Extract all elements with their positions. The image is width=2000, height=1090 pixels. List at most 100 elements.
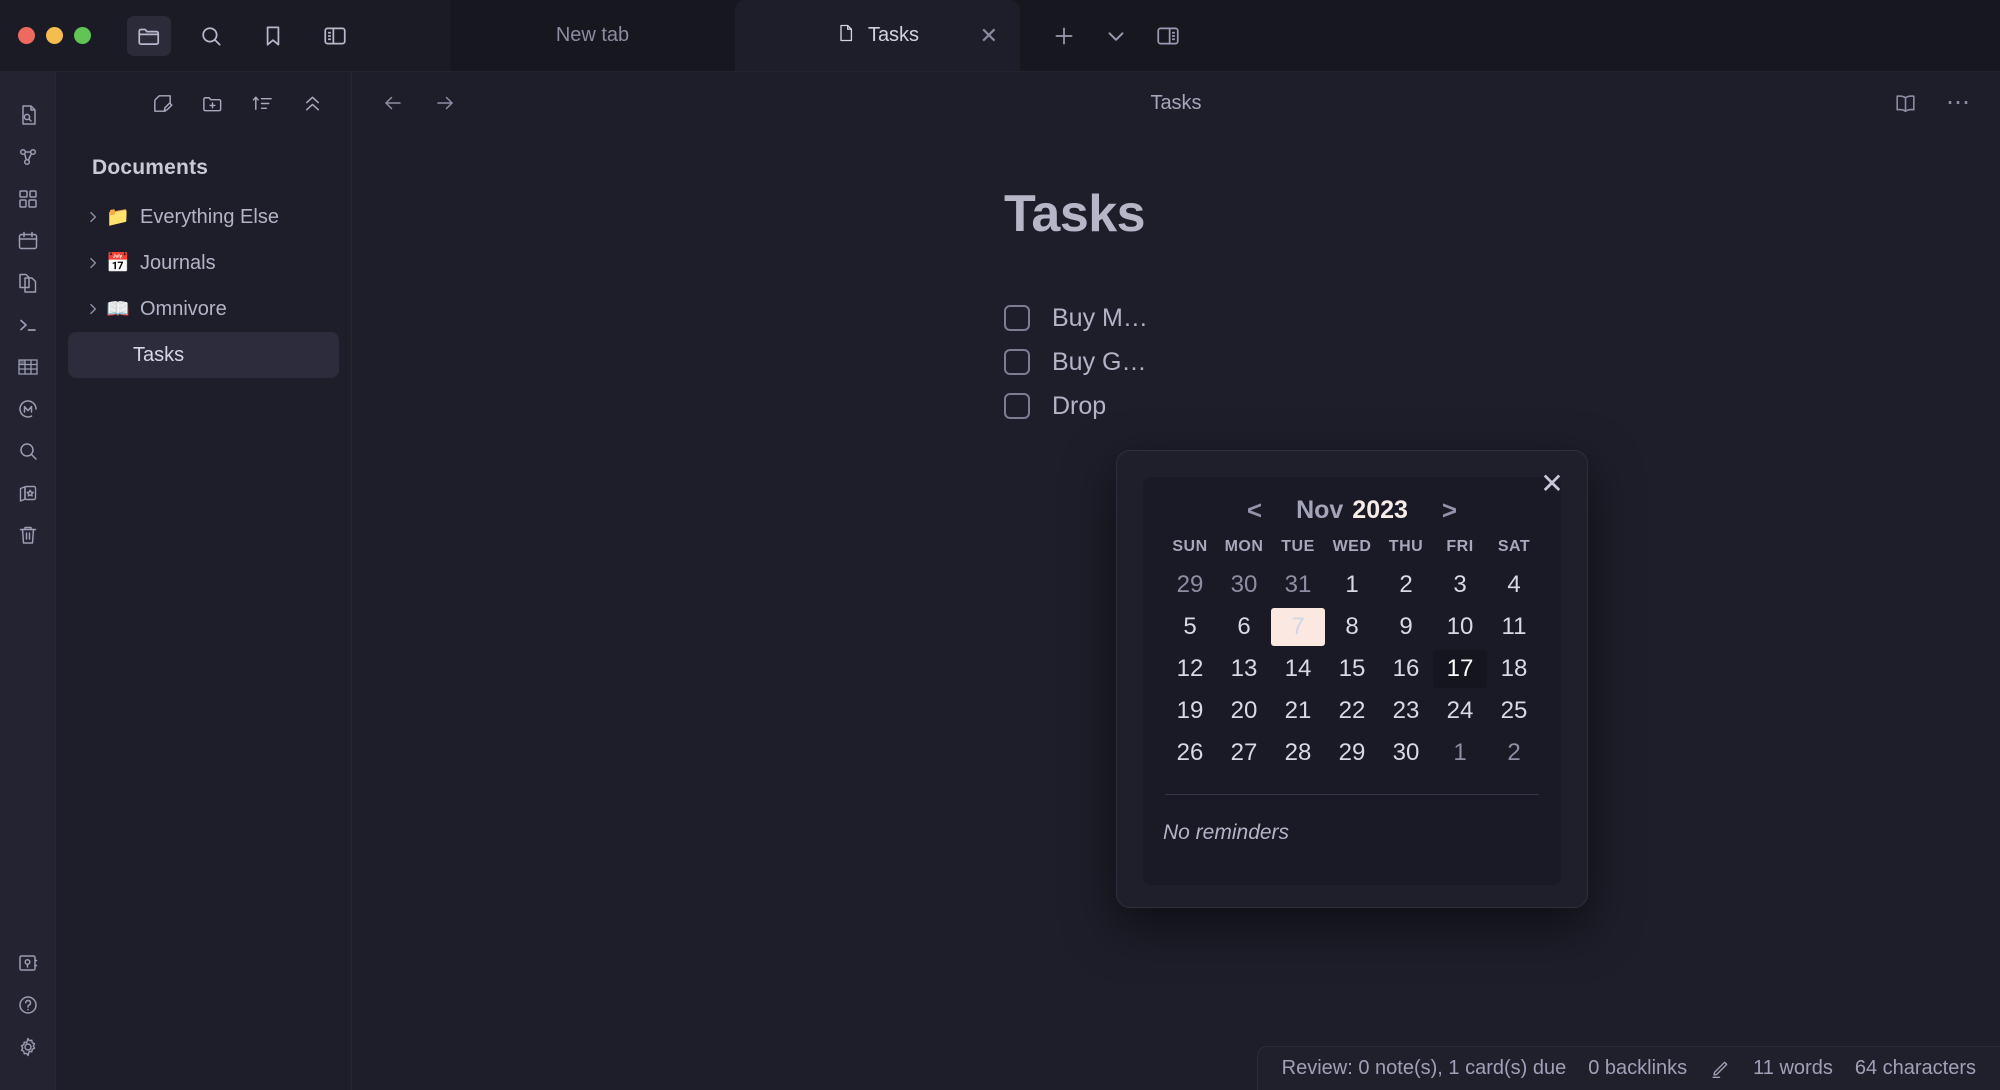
calendar-day[interactable]: 30 — [1217, 566, 1271, 604]
vault-icon[interactable] — [7, 942, 49, 984]
calendar-day[interactable]: 24 — [1433, 692, 1487, 730]
search-icon[interactable] — [7, 430, 49, 472]
tab-tasks[interactable]: Tasks ✕ — [735, 0, 1020, 71]
calendar-day[interactable]: 19 — [1163, 692, 1217, 730]
calendar-day[interactable]: 21 — [1271, 692, 1325, 730]
calendar-grid: SUN MON TUE WED THU FRI SAT 29 30 31 1 2 — [1163, 538, 1541, 772]
calendar-day[interactable]: 3 — [1433, 566, 1487, 604]
document-header: Tasks ⋯ — [352, 72, 2000, 134]
table-icon[interactable] — [7, 346, 49, 388]
calendar-day[interactable]: 16 — [1379, 650, 1433, 688]
calendar-day[interactable]: 2 — [1487, 734, 1541, 772]
dashboard-icon[interactable] — [7, 178, 49, 220]
calendar-day[interactable]: 9 — [1379, 608, 1433, 646]
calendar-day[interactable]: 25 — [1487, 692, 1541, 730]
calendar-day[interactable]: 29 — [1325, 734, 1379, 772]
calendar-day[interactable]: 28 — [1271, 734, 1325, 772]
new-note-icon[interactable] — [145, 86, 179, 120]
calendar-day[interactable]: 30 — [1379, 734, 1433, 772]
calendar-day[interactable]: 13 — [1217, 650, 1271, 688]
calendar-day[interactable]: 12 — [1163, 650, 1217, 688]
left-sidebar-toggle-icon[interactable] — [313, 16, 357, 56]
calendar-day[interactable]: 4 — [1487, 566, 1541, 604]
chevron-down-icon[interactable] — [1094, 16, 1138, 56]
flashcards-icon[interactable] — [7, 472, 49, 514]
minimize-window-button[interactable] — [46, 27, 63, 44]
sidebar-item-everything-else[interactable]: 📁 Everything Else — [68, 194, 339, 240]
calendar-day[interactable]: 1 — [1433, 734, 1487, 772]
search-icon[interactable] — [189, 16, 233, 56]
chevron-right-icon[interactable] — [80, 256, 106, 270]
calendar-day[interactable]: 20 — [1217, 692, 1271, 730]
calendar-day[interactable]: 6 — [1217, 608, 1271, 646]
book-emoji-icon: 📖 — [106, 298, 130, 320]
collapse-all-icon[interactable] — [295, 86, 329, 120]
calendar-day[interactable]: 14 — [1271, 650, 1325, 688]
backlinks-status[interactable]: 0 backlinks — [1588, 1057, 1687, 1080]
chevron-right-icon[interactable] — [80, 210, 106, 224]
calendar-day-selected[interactable]: 17 — [1433, 650, 1487, 688]
close-icon[interactable]: ✕ — [1537, 469, 1567, 499]
chevron-right-icon[interactable] — [80, 302, 106, 316]
more-options-icon[interactable]: ⋯ — [1944, 88, 1974, 118]
task-item[interactable]: Buy M… — [1004, 296, 2000, 340]
tab-label: Tasks — [867, 24, 920, 46]
task-item[interactable]: Buy G… — [1004, 340, 2000, 384]
trash-icon[interactable] — [7, 514, 49, 556]
calendar-day[interactable]: 31 — [1271, 566, 1325, 604]
maximize-window-button[interactable] — [74, 27, 91, 44]
calendar-day[interactable]: 26 — [1163, 734, 1217, 772]
tab-new-tab[interactable]: New tab — [450, 0, 735, 71]
sidebar-item-journals[interactable]: 📅 Journals — [68, 240, 339, 286]
calendar-icon[interactable] — [7, 220, 49, 262]
calendar-day[interactable]: 27 — [1217, 734, 1271, 772]
help-icon[interactable] — [7, 984, 49, 1026]
forward-arrow-icon[interactable] — [430, 88, 460, 118]
mermaid-icon[interactable] — [7, 388, 49, 430]
review-status[interactable]: Review: 0 note(s), 1 card(s) due — [1282, 1057, 1567, 1080]
calendar-day[interactable]: 10 — [1433, 608, 1487, 646]
calendar-day[interactable]: 23 — [1379, 692, 1433, 730]
bookmark-icon[interactable] — [251, 16, 295, 56]
calendar-day[interactable]: 15 — [1325, 650, 1379, 688]
calendar-day-today[interactable]: 7 — [1271, 608, 1325, 646]
sidebar-item-tasks[interactable]: Tasks — [68, 332, 339, 378]
new-folder-icon[interactable] — [195, 86, 229, 120]
calendar-day[interactable]: 5 — [1163, 608, 1217, 646]
calendar-day[interactable]: 11 — [1487, 608, 1541, 646]
tab-bar-actions — [1020, 0, 1212, 71]
settings-icon[interactable] — [7, 1026, 49, 1068]
calendar-day[interactable]: 1 — [1325, 566, 1379, 604]
task-checkbox[interactable] — [1004, 305, 1030, 331]
sort-icon[interactable] — [245, 86, 279, 120]
sidebar-item-omnivore[interactable]: 📖 Omnivore — [68, 286, 339, 332]
graph-icon[interactable] — [7, 136, 49, 178]
task-checkbox[interactable] — [1004, 393, 1030, 419]
tab-bar: New tab Tasks ✕ — [450, 0, 2000, 71]
navigation-arrows — [378, 88, 460, 118]
document-header-actions: ⋯ — [1890, 88, 1974, 118]
edit-icon[interactable] — [1709, 1058, 1731, 1080]
task-checkbox[interactable] — [1004, 349, 1030, 375]
calendar-day[interactable]: 22 — [1325, 692, 1379, 730]
previous-month-button[interactable]: < — [1237, 495, 1272, 526]
file-search-icon[interactable] — [7, 94, 49, 136]
right-sidebar-toggle-icon[interactable] — [1146, 16, 1190, 56]
sidebar-item-label: Tasks — [133, 343, 185, 366]
calendar-day[interactable]: 2 — [1379, 566, 1433, 604]
terminal-icon[interactable] — [7, 304, 49, 346]
next-month-button[interactable]: > — [1432, 495, 1467, 526]
editor-content[interactable]: Tasks Buy M… Buy G… Drop ✕ < Nov 2023 > … — [352, 134, 2000, 1090]
back-arrow-icon[interactable] — [378, 88, 408, 118]
files-icon[interactable] — [7, 262, 49, 304]
activity-rail — [0, 72, 56, 1090]
calendar-day[interactable]: 29 — [1163, 566, 1217, 604]
folder-icon[interactable] — [127, 15, 171, 56]
reading-mode-icon[interactable] — [1890, 88, 1920, 118]
close-window-button[interactable] — [18, 27, 35, 44]
calendar-day[interactable]: 18 — [1487, 650, 1541, 688]
task-item[interactable]: Drop — [1004, 384, 2000, 428]
close-tab-icon[interactable]: ✕ — [980, 24, 998, 47]
calendar-day[interactable]: 8 — [1325, 608, 1379, 646]
plus-icon[interactable] — [1042, 16, 1086, 56]
